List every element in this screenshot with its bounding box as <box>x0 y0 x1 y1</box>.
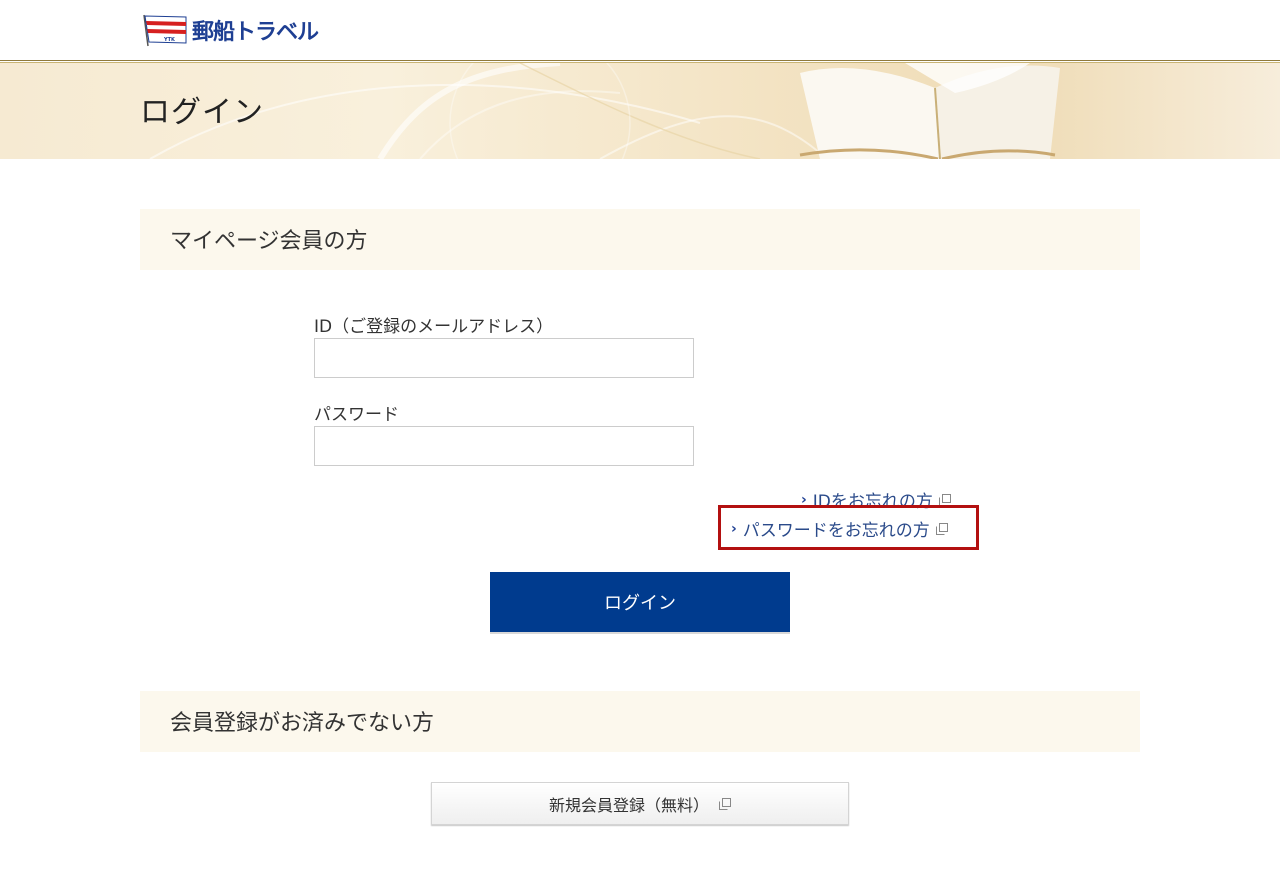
site-header: YTK 郵船トラベル <box>0 0 1280 60</box>
register-button[interactable]: 新規会員登録（無料） <box>431 782 849 825</box>
svg-text:YTK: YTK <box>163 37 176 43</box>
register-section-header: 会員登録がお済みでない方 <box>140 691 1140 752</box>
flag-logo-icon: YTK <box>143 14 187 47</box>
page-title: ログイン <box>140 95 264 130</box>
page-banner: ログイン <box>0 63 1280 159</box>
id-field-label: ID（ご登録のメールアドレス） <box>314 317 554 337</box>
id-input[interactable] <box>314 338 694 378</box>
register-section-title: 会員登録がお済みでない方 <box>170 711 435 736</box>
password-input[interactable] <box>314 426 694 466</box>
member-section-title: マイページ会員の方 <box>170 229 368 254</box>
external-window-icon <box>938 493 951 506</box>
highlight-annotation-box <box>718 505 979 550</box>
external-window-icon <box>719 797 731 810</box>
site-logo[interactable]: YTK 郵船トラベル <box>140 12 319 48</box>
logo-text: 郵船トラベル <box>192 20 319 45</box>
member-section-header: マイページ会員の方 <box>140 209 1140 270</box>
login-button[interactable]: ログイン <box>490 572 790 632</box>
password-field-label: パスワード <box>314 405 399 425</box>
register-button-label: 新規会員登録（無料） <box>548 795 709 815</box>
